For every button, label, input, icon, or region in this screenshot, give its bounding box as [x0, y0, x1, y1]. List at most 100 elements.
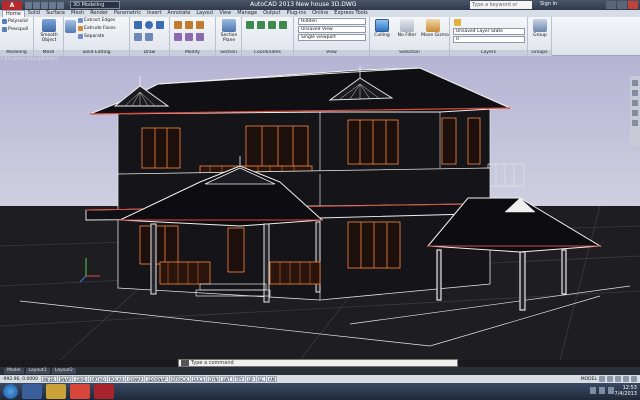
model-space-label[interactable]: MODEL: [581, 377, 597, 382]
ucs-3point-icon[interactable]: [279, 21, 287, 29]
orbit-icon[interactable]: [632, 110, 638, 116]
viewport-config-select[interactable]: Single viewport: [298, 34, 366, 41]
tab-output[interactable]: Output: [260, 10, 283, 17]
minimize-button[interactable]: [606, 1, 616, 9]
move-gizmo-label[interactable]: Move Gizmo: [420, 33, 450, 38]
toggle-otrack[interactable]: OTRACK: [169, 376, 190, 382]
presspull-button[interactable]: Presspull: [2, 27, 28, 32]
toggle-infer[interactable]: INFER: [40, 376, 57, 382]
tab-insert[interactable]: Insert: [144, 10, 164, 17]
tab-solid[interactable]: Solid: [25, 10, 43, 17]
annotation-scale-icon[interactable]: [607, 376, 613, 382]
rotate-icon[interactable]: [185, 21, 193, 29]
toggle-snap[interactable]: SNAP: [57, 376, 73, 382]
toggle-polar[interactable]: POLAR: [107, 376, 126, 382]
workspace-select[interactable]: 3D Modeling: [70, 1, 120, 9]
viewport-controls[interactable]: [-][Custom View][Hidden]: [1, 57, 58, 62]
line-icon[interactable]: [134, 21, 142, 29]
close-command-icon[interactable]: [181, 360, 189, 366]
array-icon[interactable]: [185, 33, 193, 41]
tab-layout2[interactable]: Layout2: [51, 368, 76, 374]
application-menu-button[interactable]: A: [2, 0, 22, 10]
search-input[interactable]: Type a keyword or phrase: [470, 1, 532, 16]
ie-taskbar-icon[interactable]: [22, 384, 42, 399]
taskbar-clock[interactable]: 12:53 7/4/2013: [615, 385, 637, 397]
folder-taskbar-icon[interactable]: [46, 384, 66, 399]
tab-layout1[interactable]: Layout1: [25, 368, 50, 374]
visual-style-select[interactable]: Hidden: [298, 18, 366, 25]
tab-model[interactable]: Model: [4, 368, 24, 374]
drawing-viewport[interactable]: [-][Custom View][Hidden]: [0, 56, 640, 360]
clean-screen-icon[interactable]: [631, 376, 637, 382]
erase-icon[interactable]: [196, 33, 204, 41]
workspace-switch-icon[interactable]: [615, 376, 621, 382]
layer-state-select[interactable]: Unsaved Layer State: [453, 28, 525, 35]
undo-icon[interactable]: [49, 1, 56, 9]
section-plane-label[interactable]: Section Plane: [216, 33, 242, 43]
extrude-faces-button[interactable]: Extrude Faces: [78, 26, 116, 31]
rectangle-icon[interactable]: [156, 21, 164, 29]
no-filter-icon[interactable]: [400, 19, 414, 32]
tab-parametric[interactable]: Parametric: [111, 10, 144, 17]
world-ucs-icon[interactable]: [257, 21, 265, 29]
toggle-am[interactable]: AM: [266, 376, 278, 382]
zoom-icon[interactable]: [632, 100, 638, 106]
tab-layout[interactable]: Layout: [193, 10, 216, 17]
culling-icon[interactable]: [375, 19, 389, 32]
section-plane-icon[interactable]: [222, 19, 236, 32]
showmotion-icon[interactable]: [632, 120, 638, 126]
lock-icon[interactable]: [623, 376, 629, 382]
tab-manage[interactable]: Manage: [234, 10, 260, 17]
redo-icon[interactable]: [57, 1, 64, 9]
ucs-origin-icon[interactable]: [268, 21, 276, 29]
tab-annotate[interactable]: Annotate: [164, 10, 193, 17]
toggle-ortho[interactable]: ORTHO: [88, 376, 107, 382]
steering-wheel-icon[interactable]: [632, 80, 638, 86]
named-view-select[interactable]: Unsaved View: [298, 26, 366, 33]
sign-in-link[interactable]: Sign In: [540, 1, 557, 7]
tab-mesh[interactable]: Mesh: [68, 10, 87, 17]
smooth-object-icon[interactable]: [42, 19, 56, 32]
toggle-qp[interactable]: QP: [245, 376, 256, 382]
union-icon[interactable]: [65, 20, 76, 33]
chrome-taskbar-icon[interactable]: [70, 384, 90, 399]
autocad-taskbar-icon[interactable]: [94, 384, 114, 399]
group-label[interactable]: Group: [528, 33, 552, 38]
pan-icon[interactable]: [632, 90, 638, 96]
culling-label[interactable]: Culling: [370, 33, 394, 38]
open-icon[interactable]: [33, 1, 40, 9]
toggle-sc[interactable]: SC: [256, 376, 266, 382]
polysolid-button[interactable]: Polysolid: [2, 19, 28, 24]
quick-view-icon[interactable]: [599, 376, 605, 382]
toggle-osnap[interactable]: OSNAP: [126, 376, 145, 382]
volume-icon[interactable]: [608, 387, 614, 394]
network-icon[interactable]: [599, 387, 605, 394]
tab-render[interactable]: Render: [87, 10, 111, 17]
circle-icon[interactable]: [145, 21, 153, 29]
toggle-3dosnap[interactable]: 3DOSNAP: [145, 376, 169, 382]
copy-icon[interactable]: [196, 21, 204, 29]
maximize-button[interactable]: [617, 1, 627, 9]
group-icon[interactable]: [533, 19, 547, 32]
toggle-tpy[interactable]: TPY: [233, 376, 245, 382]
no-filter-label[interactable]: No Filter: [394, 33, 420, 38]
polyline-icon[interactable]: [134, 33, 142, 41]
close-button[interactable]: [628, 1, 638, 9]
arc-icon[interactable]: [145, 33, 153, 41]
tab-home[interactable]: Home: [2, 10, 25, 17]
toggle-lwt[interactable]: LWT: [220, 376, 233, 382]
flag-icon[interactable]: [590, 387, 596, 394]
separate-button[interactable]: Separate: [78, 34, 104, 39]
toggle-dyn[interactable]: DYN: [207, 376, 220, 382]
toggle-grid[interactable]: GRID: [73, 376, 88, 382]
extract-edges-button[interactable]: Extract Edges: [78, 18, 115, 23]
new-icon[interactable]: [25, 1, 32, 9]
tab-view[interactable]: View: [216, 10, 234, 17]
toggle-ducs[interactable]: DUCS: [190, 376, 207, 382]
move-gizmo-icon[interactable]: [426, 19, 440, 32]
ucs-icon[interactable]: [246, 21, 254, 29]
coordinate-readout[interactable]: -992.96, 0.0000: [2, 377, 38, 382]
tab-online[interactable]: Online: [309, 10, 331, 17]
layer-properties-icon[interactable]: [454, 19, 461, 26]
smooth-object-label[interactable]: Smooth Object: [35, 33, 63, 43]
